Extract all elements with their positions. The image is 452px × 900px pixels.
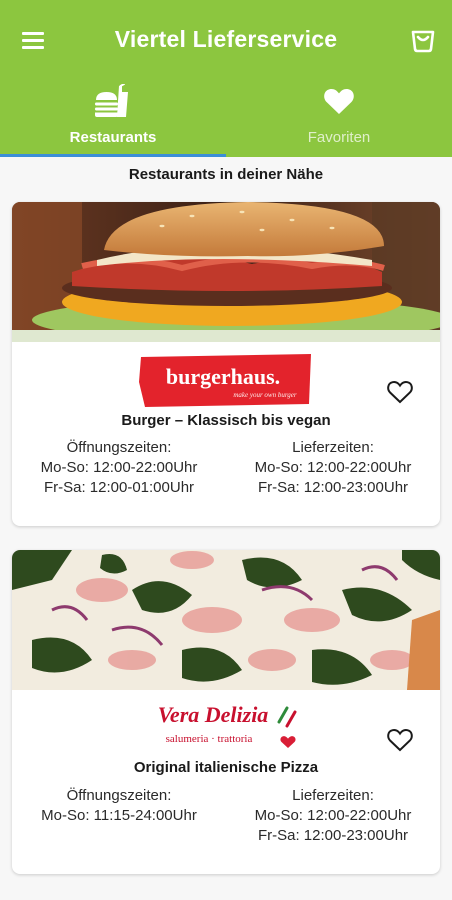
heart-icon	[324, 88, 354, 114]
vera-delizia-tagline: salumeria · trattoria	[166, 733, 253, 745]
restaurant-description: Original italienische Pizza	[133, 759, 319, 776]
burgerhaus-tagline: make your own burger	[233, 391, 297, 399]
section-title: Restaurants in deiner Nähe	[128, 166, 324, 183]
restaurant-card-vera-delizia[interactable]: Vera Delizia salumeria · trattoria Origi…	[12, 550, 440, 874]
opening-hours-label: Öffnungszeiten:	[66, 787, 172, 804]
app-title: Viertel Lieferservice	[114, 26, 338, 52]
opening-hours: Öffnungszeiten: Mo-So: 11:15-24:00Uhr	[12, 786, 226, 826]
app-bar: Viertel Lieferservice Restaurants Favori…	[0, 0, 452, 157]
vera-delizia-brand: Vera Delizia	[158, 702, 269, 727]
favorite-heart-icon[interactable]	[386, 726, 414, 754]
tab-restaurants-label: Restaurants	[69, 129, 157, 146]
pizza-photo	[12, 550, 440, 690]
opening-hours-line: Fr-Sa: 12:00-01:00Uhr	[43, 479, 195, 496]
delivery-hours-line: Fr-Sa: 12:00-23:00Uhr	[257, 479, 409, 496]
delivery-hours: Lieferzeiten: Mo-So: 12:00-22:00Uhr Fr-S…	[226, 438, 440, 498]
favorite-heart-icon[interactable]	[386, 378, 414, 406]
restaurant-icon	[95, 84, 128, 117]
delivery-hours: Lieferzeiten: Mo-So: 12:00-22:00Uhr Fr-S…	[226, 786, 440, 846]
restaurant-description: Burger – Klassisch bis vegan	[121, 412, 331, 429]
restaurant-card-burgerhaus[interactable]: burgerhaus. make your own burger Burger …	[12, 202, 440, 526]
tab-favoriten[interactable]: Favoriten	[226, 80, 452, 157]
tab-favoriten-label: Favoriten	[307, 129, 371, 146]
delivery-hours-line: Mo-So: 12:00-22:00Uhr	[254, 459, 412, 476]
delivery-hours-line: Fr-Sa: 12:00-23:00Uhr	[257, 827, 409, 844]
burger-photo	[12, 202, 440, 342]
burgerhaus-logo: burgerhaus. make your own burger	[12, 352, 440, 408]
opening-hours-line: Mo-So: 11:15-24:00Uhr	[41, 807, 197, 824]
opening-hours-label: Öffnungszeiten:	[66, 439, 172, 456]
active-tab-indicator	[0, 154, 226, 157]
tab-restaurants[interactable]: Restaurants	[0, 80, 226, 157]
shopping-bag-icon[interactable]	[408, 24, 438, 54]
opening-hours-line: Mo-So: 12:00-22:00Uhr	[40, 459, 198, 476]
delivery-hours-line: Mo-So: 12:00-22:00Uhr	[254, 807, 412, 824]
burgerhaus-brand: burgerhaus.	[166, 364, 280, 389]
delivery-hours-label: Lieferzeiten:	[292, 439, 374, 456]
opening-hours: Öffnungszeiten: Mo-So: 12:00-22:00Uhr Fr…	[12, 438, 226, 498]
vera-delizia-logo: Vera Delizia salumeria · trattoria	[12, 700, 440, 756]
delivery-hours-label: Lieferzeiten:	[292, 787, 374, 804]
